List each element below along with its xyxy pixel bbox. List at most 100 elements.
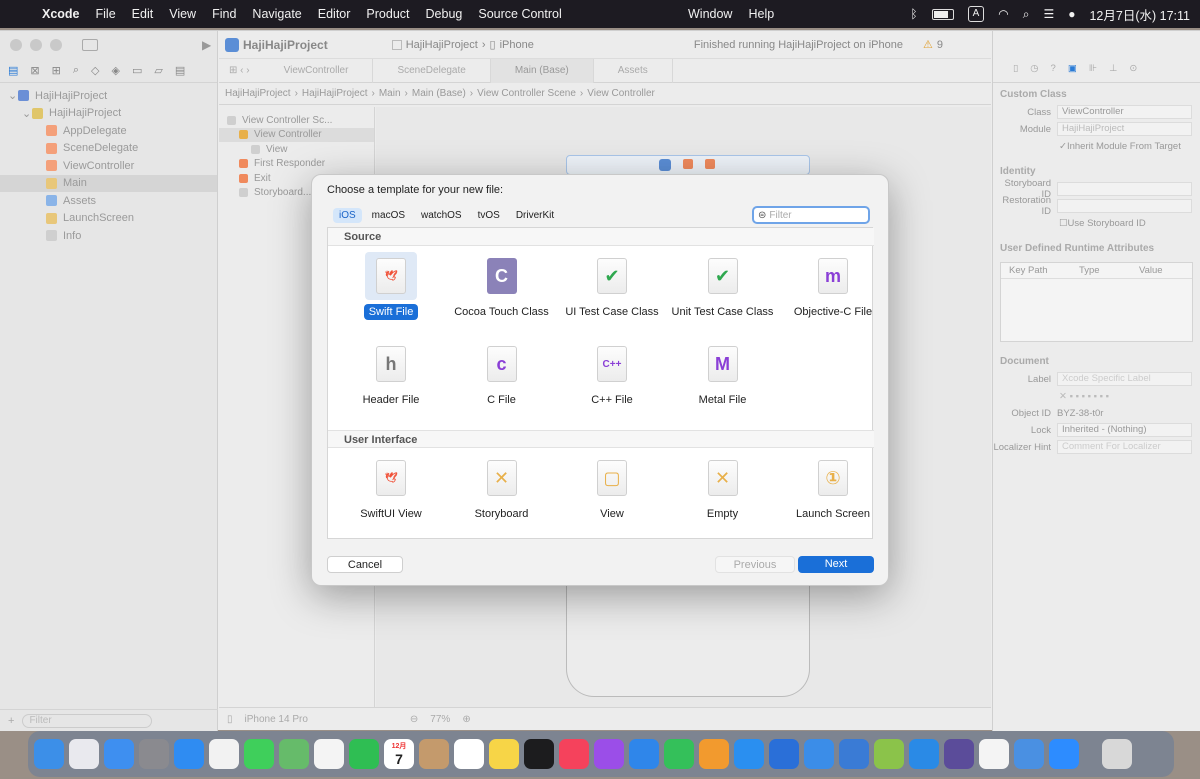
template-tile[interactable]: ① Launch Screen (778, 454, 888, 521)
trash-icon[interactable] (1102, 739, 1132, 769)
history-inspector-icon[interactable]: ◷ (1030, 63, 1038, 74)
localizer-hint-field[interactable]: Comment For Localizer (1057, 440, 1192, 454)
cancel-button[interactable]: Cancel (327, 556, 403, 573)
close-window-button[interactable] (10, 39, 22, 51)
menu-debug[interactable]: Debug (418, 7, 471, 21)
chrome-icon[interactable] (209, 739, 239, 769)
minimize-window-button[interactable] (30, 39, 42, 51)
disclosure-chevron-icon[interactable]: ⌄ (8, 89, 18, 102)
system-settings-icon[interactable] (139, 739, 169, 769)
tab-overview-icon[interactable]: ⊞ ‹ › (219, 65, 260, 76)
project-tree-item[interactable]: Info (0, 227, 217, 245)
template-tile[interactable]: ✔ UI Test Case Class (557, 252, 667, 319)
xcode-icon[interactable] (769, 739, 799, 769)
simulator-icon[interactable] (804, 739, 834, 769)
podcasts-icon[interactable] (594, 739, 624, 769)
project-tree-item[interactable]: Main (0, 174, 217, 192)
size-inspector-icon[interactable]: ⊥ (1109, 63, 1117, 74)
menu-edit[interactable]: Edit (124, 7, 162, 21)
editor-tab[interactable]: Main (Base) (490, 58, 594, 83)
app-store-icon[interactable] (734, 739, 764, 769)
photos-icon[interactable] (314, 739, 344, 769)
template-tile[interactable]: 🕊 SwiftUI View (336, 454, 446, 521)
keynote-icon[interactable] (629, 739, 659, 769)
device-selector[interactable]: iPhone (500, 39, 534, 51)
vscode-icon[interactable] (909, 739, 939, 769)
reminders-icon[interactable] (454, 739, 484, 769)
screen-sharing-icon[interactable] (1014, 739, 1044, 769)
menu-help[interactable]: Help (740, 7, 782, 21)
project-tree-item[interactable]: ViewController (0, 157, 217, 175)
notes-icon[interactable] (489, 739, 519, 769)
next-button[interactable]: Next (798, 556, 874, 573)
file-inspector-icon[interactable]: ▯ (1013, 63, 1018, 74)
exit-icon[interactable] (705, 159, 715, 169)
messages-icon[interactable] (244, 739, 274, 769)
project-tree-item[interactable]: Assets (0, 192, 217, 210)
jump-bar-item[interactable]: View Controller Scene (477, 88, 576, 99)
platform-tab-tvos[interactable]: tvOS (472, 208, 506, 223)
navigator-filter-input[interactable]: Filter (22, 713, 153, 728)
template-tile[interactable]: ✔ Unit Test Case Class (668, 252, 778, 319)
maps-icon[interactable] (279, 739, 309, 769)
jump-bar-item[interactable]: Main (379, 88, 401, 99)
platform-tab-ios[interactable]: iOS (333, 207, 362, 223)
menu-window[interactable]: Window (680, 7, 740, 21)
zoom-in-icon[interactable]: ⊕ (462, 714, 470, 725)
editor-tab[interactable]: Assets (594, 58, 673, 83)
pages-icon[interactable] (699, 739, 729, 769)
jump-bar-item[interactable]: Main (Base) (412, 88, 466, 99)
jump-bar-item[interactable]: HajiHajiProject (225, 88, 291, 99)
outline-item[interactable]: View Controller Sc... (219, 113, 374, 128)
input-source-indicator[interactable]: A (967, 6, 985, 22)
music-icon[interactable] (559, 739, 589, 769)
runtime-attributes-column-header[interactable]: Type (1079, 263, 1119, 278)
launchpad-icon[interactable] (69, 739, 99, 769)
device-config-icon[interactable]: ▯ (227, 714, 233, 725)
github-desktop-icon[interactable] (944, 739, 974, 769)
finder-icon[interactable] (34, 739, 64, 769)
tv-icon[interactable] (524, 739, 554, 769)
debug-navigator-icon[interactable]: ▭ (132, 64, 142, 77)
sidebar-toggle-icon[interactable] (82, 39, 98, 51)
first-responder-icon[interactable] (683, 159, 693, 169)
platform-tab-watchos[interactable]: watchOS (415, 208, 468, 223)
outline-item[interactable]: View Controller (219, 127, 374, 142)
project-navigator-icon[interactable]: ▤ (8, 64, 18, 77)
jump-bar-item[interactable]: View Controller (587, 88, 655, 99)
identity-inspector-icon[interactable]: ▣ (1068, 63, 1077, 74)
platform-tab-macos[interactable]: macOS (366, 208, 411, 223)
breakpoint-navigator-icon[interactable]: ▱ (154, 64, 162, 77)
preview-icon[interactable] (874, 739, 904, 769)
add-file-icon[interactable]: + (8, 715, 14, 727)
issue-navigator-icon[interactable]: ◇ (91, 64, 99, 77)
connections-inspector-icon[interactable]: ⊙ (1129, 63, 1137, 74)
menu-file[interactable]: File (88, 7, 124, 21)
menu-navigate[interactable]: Navigate (244, 7, 309, 21)
source-control-navigator-icon[interactable]: ⊠ (30, 64, 39, 77)
document-label-field[interactable]: Xcode Specific Label (1057, 372, 1192, 386)
disclosure-chevron-icon[interactable]: ⌄ (22, 107, 32, 120)
platform-tab-driverkit[interactable]: DriverKit (510, 208, 560, 223)
mail-icon[interactable] (104, 739, 134, 769)
test-navigator-icon[interactable]: ◈ (111, 64, 119, 77)
editor-tab[interactable]: ViewController (260, 58, 374, 83)
outline-item[interactable]: View (219, 142, 374, 157)
inherit-module-checkbox[interactable]: ✓ (1059, 141, 1067, 152)
project-tree-item[interactable]: LaunchScreen (0, 210, 217, 228)
outline-item[interactable]: First Responder (219, 157, 374, 172)
runtime-attributes-column-header[interactable]: Key Path (1009, 263, 1059, 278)
project-tree-item[interactable]: ⌄ HajiHajiProject (0, 87, 217, 105)
color-label-swatches[interactable]: ✕ ▪ ▪ ▪ ▪ ▪ ▪ ▪ (993, 388, 1200, 404)
siri-icon[interactable]: ● (1068, 7, 1075, 21)
class-field[interactable]: ViewController (1057, 105, 1192, 119)
use-storyboard-id-checkbox[interactable]: ☐ (1059, 218, 1068, 229)
safari-icon[interactable] (174, 739, 204, 769)
template-tile[interactable]: h Header File (336, 340, 446, 407)
battery-icon[interactable] (931, 8, 954, 20)
template-tile[interactable]: ✕ Storyboard (447, 454, 557, 521)
facetime-icon[interactable] (349, 739, 379, 769)
textedit-icon[interactable] (979, 739, 1009, 769)
zoom-out-icon[interactable]: ⊖ (410, 714, 418, 725)
menu-find[interactable]: Find (204, 7, 244, 21)
